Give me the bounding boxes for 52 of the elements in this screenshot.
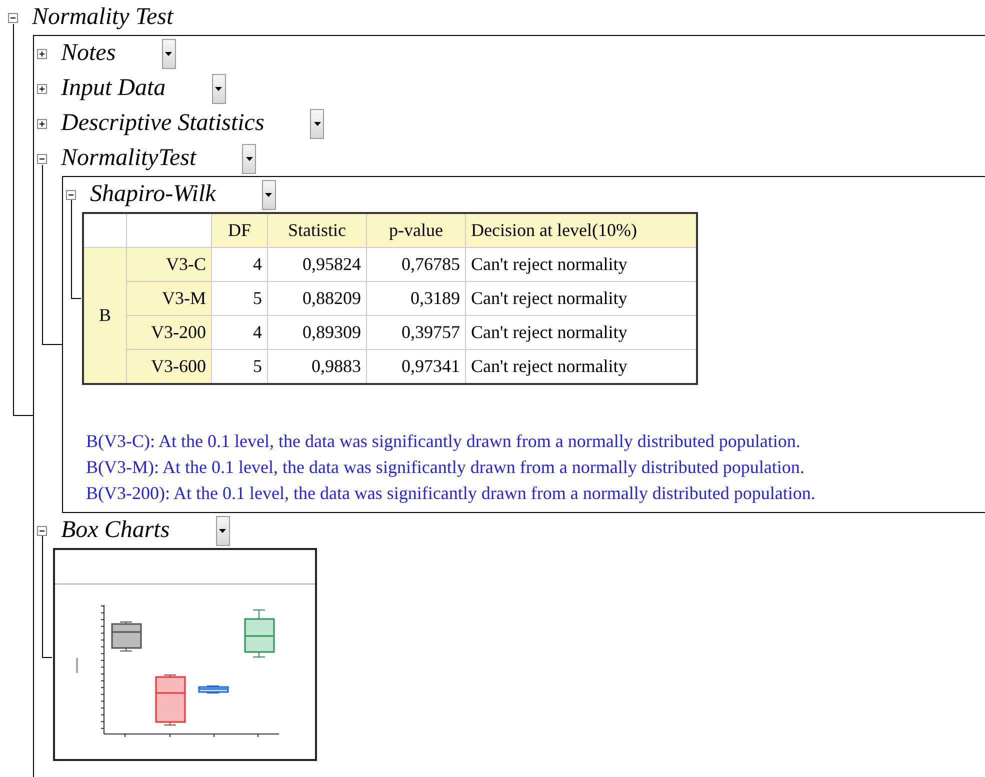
caret-icon — [219, 528, 226, 532]
row-header: V3-600 — [126, 350, 212, 384]
collapse-icon[interactable] — [37, 526, 47, 536]
expand-icon[interactable] — [37, 48, 47, 58]
result-note: B(V3-200): At the 0.1 level, the data was significantly drawn from a normally distributed population. — [86, 482, 816, 505]
box-plot — [111, 622, 142, 652]
column-header: DF — [212, 213, 268, 248]
section-title: Normality Test — [32, 4, 174, 31]
collapse-icon[interactable] — [66, 190, 76, 200]
column-header: Decision at level(10%) — [466, 213, 697, 248]
column-header: p-value — [366, 213, 466, 248]
table-cell: 0,76785 — [366, 248, 466, 282]
section-title: Notes — [61, 40, 116, 67]
column-header: Statistic — [268, 213, 366, 248]
table-cell: 0,39757 — [366, 316, 466, 350]
collapse-icon[interactable] — [8, 12, 18, 22]
dropdown-button[interactable] — [212, 74, 226, 104]
section-title: Input Data — [61, 75, 166, 102]
table-cell: 0,89309 — [268, 316, 366, 350]
row-header: V3-200 — [126, 316, 212, 350]
table-cell: 0,88209 — [268, 282, 366, 316]
collapse-icon[interactable] — [37, 154, 47, 164]
result-note: B(V3-M): At the 0.1 level, the data was significantly drawn from a normally distributed population. — [86, 456, 806, 479]
result-note: B(V3-C): At the 0.1 level, the data was significantly drawn from a normally distributed population. — [86, 430, 802, 453]
table-cell: 0,3189 — [366, 282, 466, 316]
caret-icon — [215, 86, 222, 90]
section-title: NormalityTest — [61, 145, 196, 172]
caret-icon — [165, 52, 172, 56]
table-cell: 4 — [212, 316, 268, 350]
dropdown-button[interactable] — [162, 38, 176, 68]
section-title: Box Charts — [61, 517, 170, 544]
box-plot — [198, 686, 229, 694]
dropdown-button[interactable] — [216, 516, 230, 546]
table-cell: 0,95824 — [268, 248, 366, 282]
dropdown-button[interactable] — [310, 108, 324, 138]
row-header: V3-C — [126, 248, 212, 282]
axis-title-mark — [76, 658, 78, 673]
caret-icon — [246, 156, 253, 160]
table-cell: 4 — [212, 248, 268, 282]
section-title: Shapiro-Wilk — [90, 181, 216, 208]
expand-icon[interactable] — [37, 84, 47, 94]
caret-icon — [314, 122, 321, 126]
dropdown-button[interactable] — [242, 144, 256, 174]
box-plot — [155, 674, 186, 726]
box-plot — [244, 610, 275, 658]
section-title: Descriptive Statistics — [61, 110, 264, 137]
group-label: B — [83, 248, 126, 384]
dropdown-button[interactable] — [262, 180, 276, 210]
caret-icon — [265, 192, 272, 196]
expand-icon[interactable] — [37, 118, 47, 128]
table-cell: 5 — [212, 282, 268, 316]
row-header: V3-M — [126, 282, 212, 316]
